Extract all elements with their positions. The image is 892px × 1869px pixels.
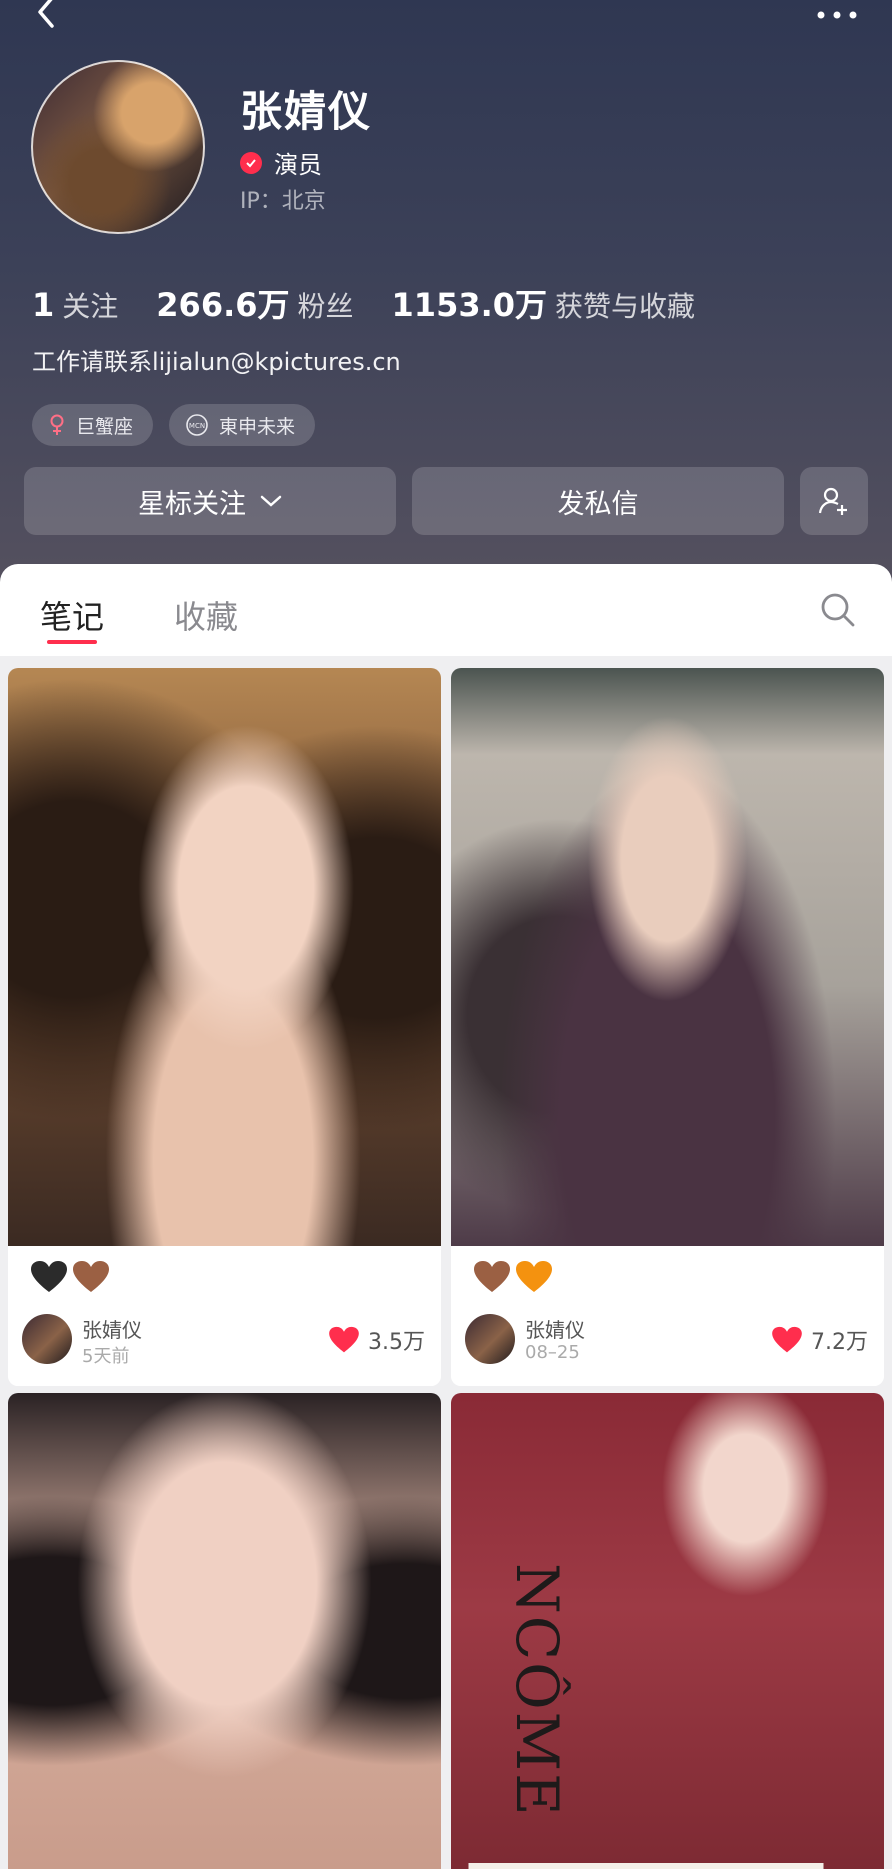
note-meta: 张婧仪 5天前 3.5万 <box>22 1312 427 1367</box>
tab-notes[interactable]: 笔记 <box>40 592 104 638</box>
svg-text:MCN: MCN <box>189 422 205 430</box>
send-message-label: 发私信 <box>557 488 639 520</box>
verified-icon <box>240 151 262 174</box>
tab-active-indicator <box>47 640 97 644</box>
like-button[interactable]: 3.5万 <box>328 1324 425 1356</box>
profile-name: 张婧仪 <box>240 87 373 136</box>
poster-text: NCÔME <box>503 1563 571 1818</box>
tab-bar: 笔记 收藏 <box>0 564 892 656</box>
star-follow-button[interactable]: 星标关注 <box>24 467 396 535</box>
like-count: 3.5万 <box>368 1330 425 1355</box>
heart-icon <box>329 1326 359 1353</box>
verified-row: 演员 <box>240 145 322 180</box>
note-meta: 张婧仪 08–25 7.2万 <box>465 1312 870 1366</box>
like-count: 7.2万 <box>811 1330 868 1355</box>
following-count[interactable]: 1 <box>32 286 54 324</box>
stats-row: 1 关注 266.6万 粉丝 1153.0万 获赞与收藏 <box>32 280 733 326</box>
ip-location: IP：北京 <box>240 189 326 214</box>
likes-collects-count[interactable]: 1153.0万 <box>392 280 548 326</box>
send-message-button[interactable]: 发私信 <box>412 467 784 535</box>
note-card[interactable]: NCÔME <box>451 1393 884 1869</box>
likes-collects-label[interactable]: 获赞与收藏 <box>555 285 695 325</box>
note-cover-image[interactable] <box>451 668 884 1246</box>
verified-title: 演员 <box>274 151 322 179</box>
orange-heart-icon <box>516 1261 552 1292</box>
note-card[interactable]: 张婧仪 5天前 3.5万 <box>8 668 441 1386</box>
search-icon[interactable] <box>818 590 858 630</box>
add-friend-button[interactable] <box>800 467 868 535</box>
note-author[interactable]: 张婧仪 <box>525 1314 585 1343</box>
brown-heart-icon <box>73 1261 109 1292</box>
followers-count[interactable]: 266.6万 <box>156 280 289 326</box>
mcn-icon: MCN <box>186 414 208 436</box>
profile-header: 张婧仪 演员 IP：北京 1 关注 266.6万 粉丝 1153.0万 获赞与收… <box>0 0 892 590</box>
note-cover-image[interactable]: NCÔME <box>451 1393 884 1869</box>
more-icon[interactable] <box>812 2 862 28</box>
tags-row: 巨蟹座 MCN 東申未来 <box>32 404 316 446</box>
followers-label[interactable]: 粉丝 <box>298 285 354 325</box>
note-card[interactable] <box>8 1393 441 1869</box>
note-card[interactable]: 张婧仪 08–25 7.2万 <box>451 668 884 1386</box>
note-date: 08–25 <box>525 1342 580 1363</box>
heart-icon <box>772 1326 802 1353</box>
note-title <box>30 1260 110 1294</box>
black-heart-icon <box>31 1261 67 1292</box>
following-label[interactable]: 关注 <box>62 285 118 325</box>
back-icon[interactable] <box>28 0 68 34</box>
author-avatar[interactable] <box>22 1314 72 1364</box>
note-date: 5天前 <box>82 1346 130 1367</box>
note-info: 张婧仪 5天前 3.5万 <box>8 1246 441 1386</box>
star-follow-label: 星标关注 <box>138 488 246 520</box>
note-title <box>473 1260 553 1294</box>
note-info: 张婧仪 08–25 7.2万 <box>451 1246 884 1386</box>
bio-text: 工作请联系lijialun@kpictures.cn <box>32 348 401 376</box>
note-cover-image[interactable] <box>8 1393 441 1869</box>
author-avatar[interactable] <box>465 1314 515 1364</box>
like-button[interactable]: 7.2万 <box>771 1324 868 1356</box>
tab-favorites[interactable]: 收藏 <box>174 592 238 638</box>
tag-zodiac-label: 巨蟹座 <box>76 415 134 438</box>
add-user-icon <box>818 487 847 515</box>
female-icon <box>50 414 64 435</box>
avatar[interactable] <box>31 60 205 234</box>
tag-zodiac[interactable]: 巨蟹座 <box>32 404 154 446</box>
chevron-down-icon <box>260 495 282 507</box>
note-author[interactable]: 张婧仪 <box>82 1314 142 1343</box>
brown-heart-icon <box>474 1261 510 1292</box>
actions-row: 星标关注 发私信 <box>24 467 868 535</box>
tag-mcn[interactable]: MCN 東申未来 <box>169 404 316 446</box>
note-cover-image[interactable] <box>8 668 441 1246</box>
tag-mcn-label: 東申未来 <box>219 415 296 438</box>
